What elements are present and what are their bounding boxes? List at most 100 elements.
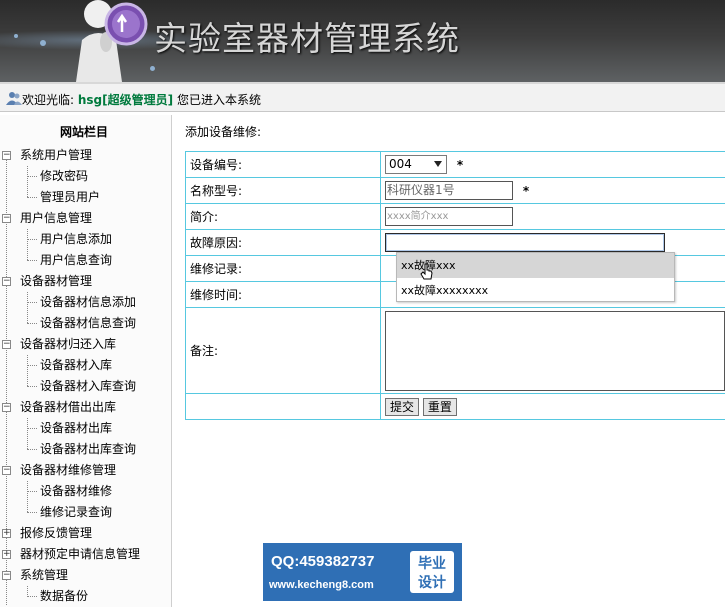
tree-branch [27,176,37,177]
tree-branch [27,512,37,513]
decor-dot [40,40,46,46]
tree-branch [27,260,37,261]
tree-branch [27,386,37,387]
required-mark: * [522,183,530,198]
sidebar-item-user-add[interactable]: 用户信息添加 [0,229,170,250]
sidebar-group-label: 系统管理 [20,568,69,582]
decor-dot [14,34,18,38]
field-label: 维修记录: [185,255,381,282]
expand-icon[interactable]: + [2,529,11,538]
sidebar-item-storage-in[interactable]: 设备器材入库 [0,355,170,376]
sidebar-heading: 网站栏目 [59,125,108,139]
sidebar-item-repair-query[interactable]: 维修记录查询 [0,502,170,523]
sidebar-item-change-password[interactable]: 修改密码 [0,166,170,187]
fault-reason-input[interactable] [385,233,665,252]
field-cell: xxxx简介xxx [380,203,725,230]
expand-icon[interactable]: + [2,550,11,559]
sidebar-item-equipment-query[interactable]: 设备器材信息查询 [0,313,170,334]
sidebar-item-label: 设备器材维修 [40,484,113,498]
app-header: 实验室器材管理系统 [0,0,725,82]
sidebar-item-label: 用户信息添加 [40,232,113,246]
sidebar-group-label: 设备器材维修管理 [20,463,117,477]
sidebar-item-label: 修改密码 [40,169,89,183]
sidebar-group-reservation[interactable]: + 器材预定申请信息管理 [0,544,170,565]
button-cell: 提交 重置 [380,393,725,420]
collapse-icon[interactable]: − [2,466,11,475]
sidebar-group-label: 设备器材管理 [20,274,93,288]
sidebar-group-label: 设备器材归还入库 [20,337,117,351]
collapse-icon[interactable]: − [2,151,11,160]
sidebar-group-repair[interactable]: − 设备器材维修管理 [0,460,170,481]
sidebar-item-label: 设备器材入库 [40,358,113,372]
sidebar-group-label: 系统用户管理 [20,148,93,162]
sidebar-item-data-backup[interactable]: 数据备份 [0,586,170,607]
welcome-username: hsg [77,93,103,107]
welcome-greeting: 欢迎光临: [22,93,75,107]
sidebar-item-admin-users[interactable]: 管理员用户 [0,187,170,208]
sidebar-group-lend-out[interactable]: − 设备器材借出出库 [0,397,170,418]
user-icon [6,92,22,105]
chevron-down-icon [434,161,442,167]
collapse-icon[interactable]: − [2,571,11,580]
autocomplete-option[interactable]: xx故障xxx [397,253,674,278]
sidebar-item-label: 设备器材出库查询 [40,442,137,456]
sidebar-item-storage-out-query[interactable]: 设备器材出库查询 [0,439,170,460]
remark-textarea[interactable] [385,310,725,391]
tree-branch [27,239,37,240]
form-row: 名称型号: 科研仪器1号 * [185,177,725,204]
sidebar-group-system[interactable]: − 系统管理 [0,565,170,586]
mouse-cursor-icon [420,263,433,280]
select-value: 004 [389,157,412,171]
sidebar-group-label: 报修反馈管理 [20,526,93,540]
tree-branch [27,323,37,324]
sidebar-group-system-users[interactable]: − 系统用户管理 [0,145,170,166]
sidebar-group-label: 设备器材借出出库 [20,400,117,414]
autocomplete-option[interactable]: xx故障xxxxxxxx [397,278,674,303]
tree-branch [27,491,37,492]
tree-branch [27,365,37,366]
collapse-icon[interactable]: − [2,403,11,412]
reset-button[interactable]: 重置 [422,397,457,416]
welcome-text: 欢迎光临: hsg[超级管理员] 您已进入本系统 [22,91,261,108]
sidebar-item-label: 管理员用户 [40,190,101,204]
watermark-url: www.kecheng8.com [269,579,374,591]
sidebar-item-storage-in-query[interactable]: 设备器材入库查询 [0,376,170,397]
sidebar-item-label: 设备器材入库查询 [40,379,137,393]
sidebar-item-label: 设备器材信息添加 [40,295,137,309]
tree-branch [27,428,37,429]
sidebar-item-storage-out[interactable]: 设备器材出库 [0,418,170,439]
sidebar-group-user-info[interactable]: − 用户信息管理 [0,208,170,229]
sidebar-item-user-query[interactable]: 用户信息查询 [0,250,170,271]
sidebar-item-label: 维修记录查询 [40,505,113,519]
autocomplete-dropdown: xx故障xxx xx故障xxxxxxxx [396,252,675,302]
sidebar-group-label: 用户信息管理 [20,211,93,225]
welcome-bar: 欢迎光临: hsg[超级管理员] 您已进入本系统 [0,82,725,112]
empty-cell [185,393,381,420]
form-caption: 添加设备维修: [185,125,262,139]
welcome-suffix: 您已进入本系统 [176,93,261,107]
main-content: 添加设备维修: 设备编号: 004 * 名称型号: 科研仪器1号 * 简介: x… [175,115,725,607]
required-mark: * [456,157,464,172]
collapse-icon[interactable]: − [2,340,11,349]
field-label: 维修时间: [185,281,381,308]
sidebar-item-label: 设备器材出库 [40,421,113,435]
device-no-select[interactable]: 004 [385,155,447,174]
tree-branch [27,197,37,198]
sidebar: 网站栏目 − 系统用户管理 修改密码 管理员用户 − 用户信息管理 用户信息添加… [0,115,172,607]
collapse-icon[interactable]: − [2,214,11,223]
watermark-badge-line1: 毕业 [418,556,446,572]
collapse-icon[interactable]: − [2,277,11,286]
sidebar-item-equipment-add[interactable]: 设备器材信息添加 [0,292,170,313]
watermark-qq: QQ:459382737 [271,553,375,570]
tree-branch [27,596,37,597]
field-cell [380,307,725,394]
submit-button[interactable]: 提交 [385,397,420,416]
tree-branch [27,302,37,303]
logo-icon [76,0,148,82]
sidebar-group-repair-feedback[interactable]: + 报修反馈管理 [0,523,170,544]
sidebar-item-equipment-repair[interactable]: 设备器材维修 [0,481,170,502]
sidebar-group-return-storage[interactable]: − 设备器材归还入库 [0,334,170,355]
model-input[interactable]: 科研仪器1号 [385,181,513,200]
intro-input[interactable]: xxxx简介xxx [385,207,513,226]
sidebar-group-equipment[interactable]: − 设备器材管理 [0,271,170,292]
